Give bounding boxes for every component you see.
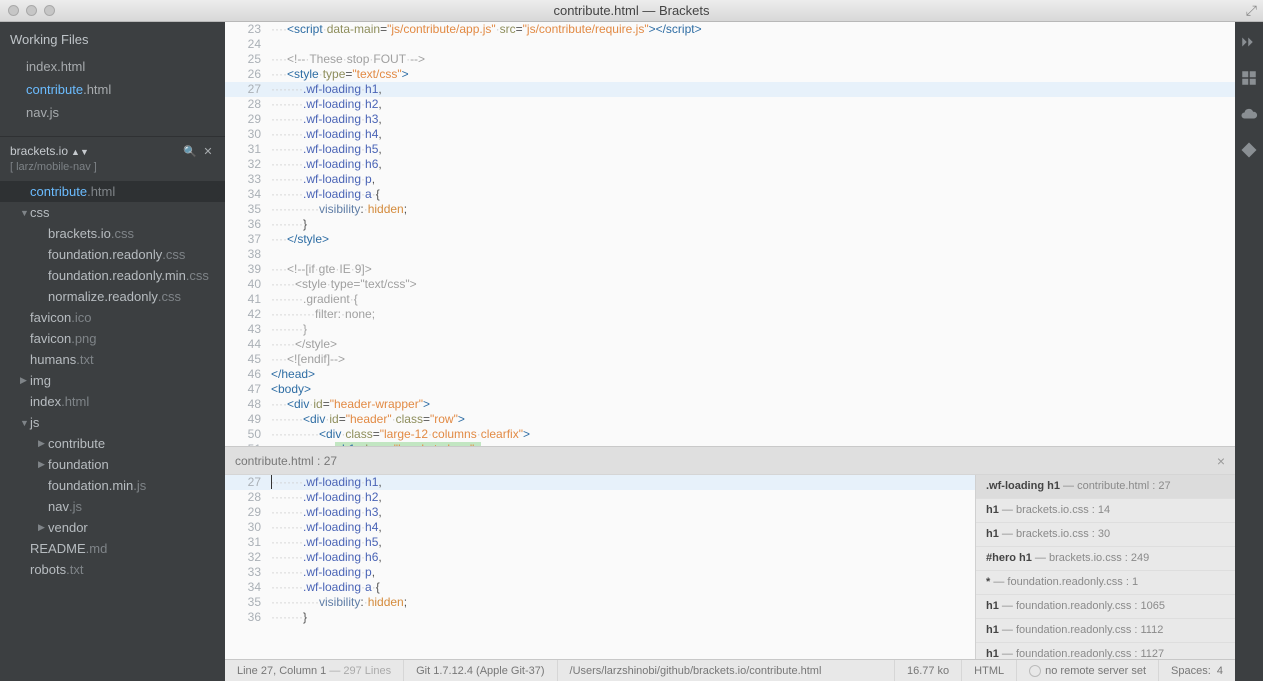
tree-item[interactable]: brackets.io.css (0, 223, 225, 244)
status-path: /Users/larzshinobi/github/brackets.io/co… (558, 660, 895, 681)
tree-item[interactable]: ▶img (0, 370, 225, 391)
related-rule-item[interactable]: h1 — foundation.readonly.css : 1127 (976, 643, 1235, 659)
project-dropdown[interactable]: brackets.io▲▼ (10, 144, 181, 158)
status-spaces[interactable]: Spaces: 4 (1159, 660, 1235, 681)
tree-item[interactable]: foundation.min.js (0, 475, 225, 496)
tree-item[interactable]: ▼css (0, 202, 225, 223)
tree-item[interactable]: robots.txt (0, 559, 225, 580)
inline-editor-header: contribute.html : 27 × (225, 446, 1235, 474)
titlebar: contribute.html — Brackets ⤢ (0, 0, 1263, 22)
related-rules-panel: .wf-loading h1 — contribute.html : 27h1 … (975, 475, 1235, 659)
close-window-button[interactable] (8, 5, 19, 16)
tree-item[interactable]: ▶contribute (0, 433, 225, 454)
close-inline-editor-button[interactable]: × (1217, 453, 1225, 469)
file-tree: contribute.html▼cssbrackets.io.cssfounda… (0, 181, 225, 681)
tree-item[interactable]: index.html (0, 391, 225, 412)
related-rule-item[interactable]: h1 — brackets.io.css : 14 (976, 499, 1235, 523)
tree-item[interactable]: nav.js (0, 496, 225, 517)
tree-item[interactable]: foundation.readonly.css (0, 244, 225, 265)
tree-item[interactable]: ▶foundation (0, 454, 225, 475)
find-in-project-button[interactable]: 🔍 (181, 143, 199, 159)
tree-item[interactable]: README.md (0, 538, 225, 559)
tree-item[interactable]: ▶vendor (0, 517, 225, 538)
window-title: contribute.html — Brackets (553, 3, 709, 18)
tree-item[interactable]: humans.txt (0, 349, 225, 370)
tree-item[interactable]: normalize.readonly.css (0, 286, 225, 307)
related-rule-item[interactable]: #hero h1 — brackets.io.css : 249 (976, 547, 1235, 571)
status-server[interactable]: no remote server set (1017, 660, 1159, 681)
fullscreen-icon[interactable]: ⤢ (1246, 2, 1257, 19)
zoom-window-button[interactable] (44, 5, 55, 16)
tree-item[interactable]: favicon.png (0, 328, 225, 349)
working-files-heading: Working Files (0, 22, 225, 55)
cloud-icon[interactable] (1239, 104, 1259, 124)
inline-code-editor[interactable]: 27········.wf-loading·h1,28········.wf-l… (225, 475, 975, 659)
minimize-window-button[interactable] (26, 5, 37, 16)
status-cursor[interactable]: Line 27, Column 1 — 297 Lines (225, 660, 404, 681)
status-git[interactable]: Git 1.7.12.4 (Apple Git-37) (404, 660, 557, 681)
status-bar: Line 27, Column 1 — 297 Lines Git 1.7.12… (225, 659, 1235, 681)
related-rule-item[interactable]: h1 — foundation.readonly.css : 1065 (976, 595, 1235, 619)
working-file-item[interactable]: nav.js (0, 101, 225, 124)
live-preview-icon[interactable] (1239, 32, 1259, 52)
tree-item[interactable]: contribute.html (0, 181, 225, 202)
inline-editor-title: contribute.html : 27 (235, 454, 337, 468)
close-project-button[interactable]: ✕ (199, 143, 217, 159)
deploy-icon[interactable] (1239, 140, 1259, 160)
tree-item[interactable]: foundation.readonly.min.css (0, 265, 225, 286)
working-file-item[interactable]: contribute.html (0, 78, 225, 101)
working-files-list: index.htmlcontribute.htmlnav.js (0, 55, 225, 136)
sidebar: Working Files index.htmlcontribute.htmln… (0, 22, 225, 681)
status-filesize: 16.77 ko (895, 660, 962, 681)
code-editor[interactable]: 23····<script·data-main="js/contribute/a… (225, 22, 1235, 446)
extension-manager-icon[interactable] (1239, 68, 1259, 88)
related-rule-item[interactable]: h1 — foundation.readonly.css : 1112 (976, 619, 1235, 643)
tree-item[interactable]: favicon.ico (0, 307, 225, 328)
status-language[interactable]: HTML (962, 660, 1017, 681)
related-rule-item[interactable]: * — foundation.readonly.css : 1 (976, 571, 1235, 595)
working-file-item[interactable]: index.html (0, 55, 225, 78)
tree-item[interactable]: ▼js (0, 412, 225, 433)
git-branch-label[interactable]: [ larz/mobile-nav ] (0, 161, 225, 181)
extension-rail (1235, 22, 1263, 681)
related-rule-item[interactable]: .wf-loading h1 — contribute.html : 27 (976, 475, 1235, 499)
related-rule-item[interactable]: h1 — brackets.io.css : 30 (976, 523, 1235, 547)
